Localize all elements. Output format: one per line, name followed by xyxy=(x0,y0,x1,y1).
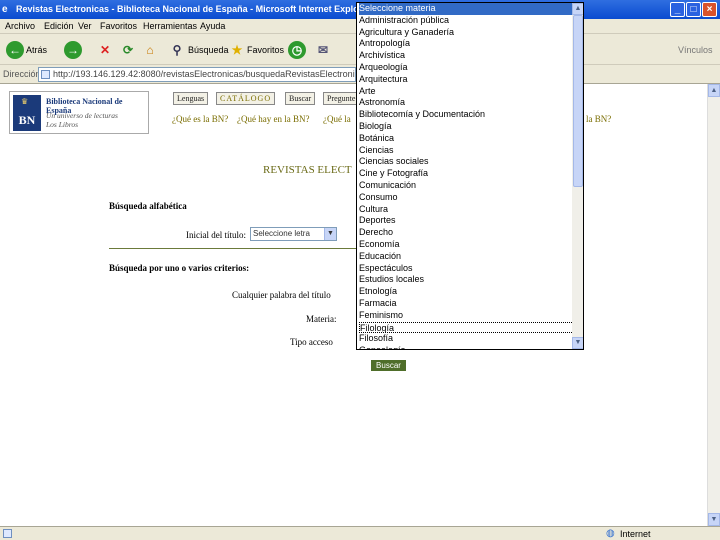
zone-label: Internet xyxy=(620,529,651,539)
forward-arrow-icon[interactable]: → xyxy=(64,41,82,59)
dropdown-option[interactable]: Etnología xyxy=(359,286,574,298)
nav-lenguas[interactable]: Lenguas xyxy=(173,92,209,105)
chevron-down-icon[interactable]: ▼ xyxy=(324,228,336,240)
page-scrollbar[interactable]: ▲ ▼ xyxy=(707,84,720,526)
globe-icon: ◍ xyxy=(606,528,615,539)
dropdown-option[interactable]: Economía xyxy=(359,239,574,251)
dropdown-option[interactable]: Genealogía xyxy=(359,345,574,349)
window-title: Revistas Electronicas - Biblioteca Nacio… xyxy=(16,4,359,14)
dropdown-option[interactable]: Farmacia xyxy=(359,298,574,310)
materia-label: Materia: xyxy=(306,314,337,324)
favorites-button-label[interactable]: Favoritos xyxy=(247,41,284,59)
search-button-label[interactable]: Búsqueda xyxy=(188,41,229,59)
dropdown-scroll-down-icon[interactable]: ▼ xyxy=(572,337,583,349)
refresh-icon[interactable]: ⟳ xyxy=(119,41,137,59)
nav-buscar[interactable]: Buscar xyxy=(285,92,316,105)
bne-logo[interactable]: BN ♛ Biblioteca Nacional de España Un un… xyxy=(9,91,149,134)
address-input[interactable]: http://193.146.129.42:8080/revistasElect… xyxy=(38,67,356,82)
logo-tagline2: Los Libros xyxy=(46,120,79,129)
dropdown-scroll-thumb[interactable] xyxy=(573,15,583,187)
page-title: REVISTAS ELECT xyxy=(263,164,352,176)
menu-favoritos[interactable]: Favoritos xyxy=(100,21,137,31)
dropdown-option[interactable]: Seleccione materia xyxy=(359,3,574,15)
dropdown-option[interactable]: Filosofía xyxy=(359,333,574,345)
dropdown-option[interactable]: Espectáculos xyxy=(359,263,574,275)
dropdown-scroll-up-icon[interactable]: ▲ xyxy=(572,3,583,15)
address-label: Dirección xyxy=(3,69,41,79)
buscar-button[interactable]: Buscar xyxy=(371,360,406,371)
dropdown-option[interactable]: Biología xyxy=(359,121,574,133)
dropdown-option[interactable]: Educación xyxy=(359,251,574,263)
menu-archivo[interactable]: Archivo xyxy=(5,21,35,31)
menu-edicion[interactable]: Edición xyxy=(44,21,74,31)
inicial-select[interactable]: Seleccione letra ▼ xyxy=(250,227,337,241)
dropdown-option[interactable]: Deportes xyxy=(359,215,574,227)
dropdown-option[interactable]: Filología xyxy=(359,321,574,334)
page-icon xyxy=(41,70,50,79)
section-criterios: Búsqueda por uno o varios criterios: xyxy=(109,263,250,273)
favorites-star-icon[interactable]: ★ xyxy=(228,41,246,59)
dropdown-option[interactable]: Astronomía xyxy=(359,97,574,109)
menu-ayuda[interactable]: Ayuda xyxy=(200,21,225,31)
minimize-button[interactable]: _ xyxy=(670,2,685,17)
back-arrow-icon[interactable]: ← xyxy=(6,41,24,59)
back-button-label[interactable]: Atrás xyxy=(26,41,47,59)
dropdown-option[interactable]: Agricultura y Ganadería xyxy=(359,27,574,39)
page-status-icon xyxy=(3,529,12,538)
dropdown-option[interactable]: Archivística xyxy=(359,50,574,62)
dropdown-option[interactable]: Comunicación xyxy=(359,180,574,192)
dropdown-option[interactable]: Feminismo xyxy=(359,310,574,322)
address-url: http://193.146.129.42:8080/revistasElect… xyxy=(53,69,356,79)
dropdown-option[interactable]: Arqueología xyxy=(359,62,574,74)
dropdown-option[interactable]: Antropología xyxy=(359,38,574,50)
dropdown-option[interactable]: Ciencias sociales xyxy=(359,156,574,168)
dropdown-option[interactable]: Cultura xyxy=(359,204,574,216)
mail-icon[interactable]: ✉ xyxy=(314,41,332,59)
status-bar: ◍ Internet xyxy=(0,526,720,540)
divider xyxy=(109,248,364,249)
link-que-es-bn[interactable]: ¿Qué es la BN? xyxy=(172,114,228,124)
menu-herramientas[interactable]: Herramientas xyxy=(143,21,197,31)
dropdown-option[interactable]: Consumo xyxy=(359,192,574,204)
scroll-down-icon[interactable]: ▼ xyxy=(708,513,720,526)
search-icon[interactable]: ⚲ xyxy=(168,41,186,59)
dropdown-option[interactable]: Cine y Fotografía xyxy=(359,168,574,180)
nav-pregunte[interactable]: Pregunte xyxy=(323,92,360,105)
dropdown-scrollbar[interactable]: ▲ ▼ xyxy=(572,3,583,349)
materia-dropdown-list[interactable]: Seleccione materia Administración pública… xyxy=(356,2,584,350)
inicial-label: Inicial del título: xyxy=(186,230,246,240)
section-alfabetica: Búsqueda alfabética xyxy=(109,201,187,211)
history-icon[interactable]: ◷ xyxy=(288,41,306,59)
dropdown-option[interactable]: Ciencias xyxy=(359,145,574,157)
dropdown-option[interactable]: Administración pública xyxy=(359,15,574,27)
links-label[interactable]: Vínculos xyxy=(678,41,713,59)
link-que-hay-bn[interactable]: ¿Qué hay en la BN? xyxy=(237,114,309,124)
menu-ver[interactable]: Ver xyxy=(78,21,92,31)
ie-icon: e xyxy=(2,4,8,15)
nav-catalogo[interactable]: CATÁLOGO xyxy=(216,92,276,105)
stop-icon[interactable]: ✕ xyxy=(96,41,114,59)
logo-tagline1: Un universo de lecturas xyxy=(46,111,118,120)
dropdown-option[interactable]: Estudios locales xyxy=(359,274,574,286)
crown-icon: ♛ xyxy=(21,97,29,106)
tipo-acceso-label: Tipo acceso xyxy=(290,337,333,347)
dropdown-option[interactable]: Botánica xyxy=(359,133,574,145)
dropdown-option[interactable]: Arte xyxy=(359,86,574,98)
palabra-label: Cualquier palabra del título xyxy=(232,290,331,300)
page-content: BN ♛ Biblioteca Nacional de España Un un… xyxy=(0,84,707,526)
link-que-la[interactable]: ¿Qué la xyxy=(323,114,351,124)
home-icon[interactable]: ⌂ xyxy=(141,41,159,59)
dropdown-option[interactable]: Arquitectura xyxy=(359,74,574,86)
maximize-button[interactable]: □ xyxy=(686,2,701,17)
dropdown-option[interactable]: Derecho xyxy=(359,227,574,239)
scroll-up-icon[interactable]: ▲ xyxy=(708,84,720,97)
inicial-select-value: Seleccione letra xyxy=(253,229,310,238)
dropdown-option[interactable]: Bibliotecomía y Documentación xyxy=(359,109,574,121)
link-right-bn[interactable]: la BN? xyxy=(586,114,611,124)
close-button[interactable]: × xyxy=(702,2,717,17)
